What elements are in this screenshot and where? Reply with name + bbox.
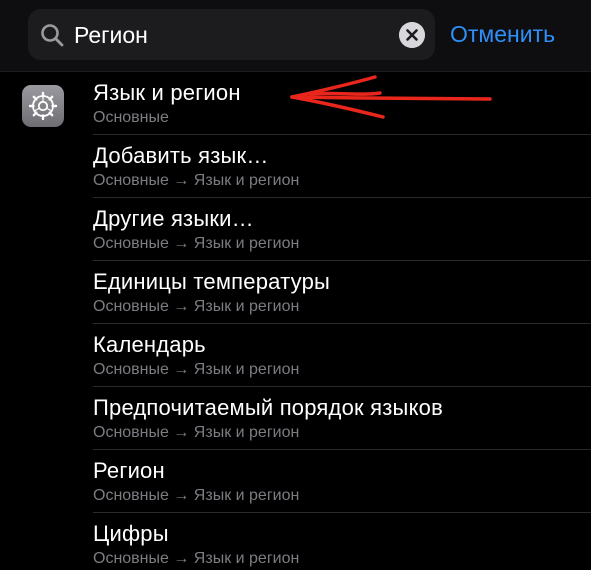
search-input[interactable] <box>74 17 394 53</box>
result-title: Календарь <box>93 332 206 357</box>
result-item[interactable]: Другие языки… Основные → Язык и регион <box>93 198 591 261</box>
settings-gear-icon <box>22 85 64 127</box>
result-item[interactable]: Добавить язык… Основные → Язык и регион <box>93 135 591 198</box>
result-title: Предпочитаемый порядок языков <box>93 395 443 420</box>
result-subtitle: Основные → Язык и регион <box>93 298 300 315</box>
result-subtitle: Основные → Язык и регион <box>93 424 300 441</box>
result-title: Цифры <box>93 521 169 546</box>
result-subtitle: Основные → Язык и регион <box>93 550 300 567</box>
result-title: Единицы температуры <box>93 269 331 294</box>
result-item[interactable]: Регион Основные → Язык и регион <box>93 450 591 513</box>
result-item[interactable]: Язык и регион Основные <box>93 72 591 135</box>
search-icon <box>41 24 64 47</box>
result-subtitle: Основные → Язык и регион <box>93 172 300 189</box>
result-title: Добавить язык… <box>93 143 269 168</box>
result-item[interactable]: Предпочитаемый порядок языков Основные →… <box>93 387 591 450</box>
result-subtitle: Основные → Язык и регион <box>93 361 300 378</box>
result-title: Другие языки… <box>93 206 254 231</box>
result-item[interactable]: Единицы температуры Основные → Язык и ре… <box>93 261 591 324</box>
result-item[interactable]: Календарь Основные → Язык и регион <box>93 324 591 387</box>
result-subtitle: Основные <box>93 109 169 126</box>
result-item[interactable]: Цифры Основные → Язык и регион <box>93 513 591 570</box>
result-subtitle: Основные → Язык и регион <box>93 487 300 504</box>
cancel-button[interactable]: Отменить <box>450 17 555 51</box>
result-subtitle: Основные → Язык и регион <box>93 235 300 252</box>
search-field[interactable] <box>28 9 435 60</box>
clear-icon[interactable] <box>399 22 425 48</box>
search-header: Отменить <box>0 0 591 72</box>
results-list: Язык и регион Основные Добавить язык… Ос… <box>0 72 591 570</box>
result-title: Язык и регион <box>93 80 241 105</box>
result-title: Регион <box>93 458 165 483</box>
